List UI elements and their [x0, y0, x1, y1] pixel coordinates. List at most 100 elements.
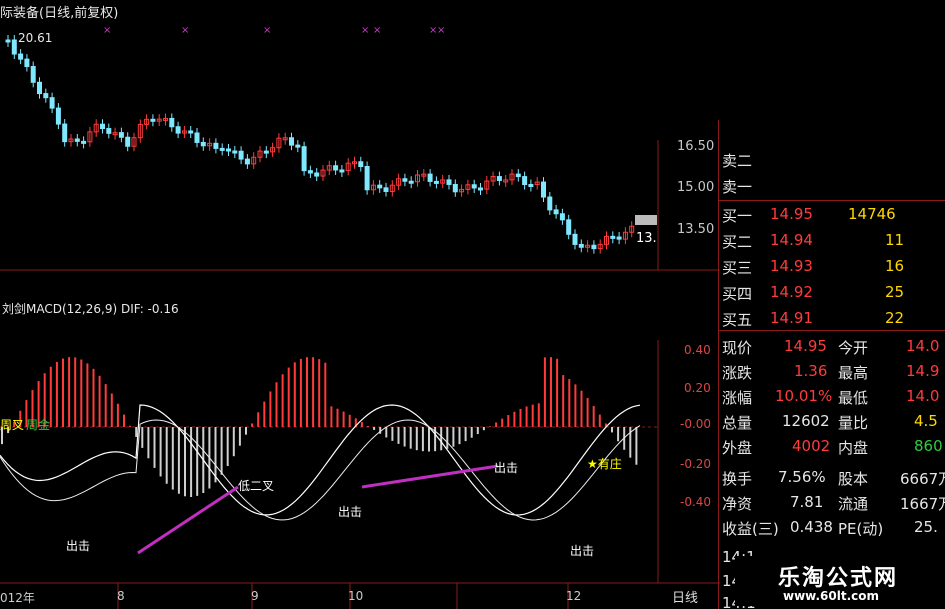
candle [572, 233, 578, 245]
candle [118, 132, 124, 138]
candle [616, 236, 622, 240]
macd-axis-label: 0.20 [684, 381, 711, 395]
candle [541, 181, 546, 198]
candle [547, 196, 553, 211]
candle [358, 161, 364, 167]
order-book-sell-2: 卖二 [722, 152, 753, 170]
period-tab[interactable]: 日线 [672, 587, 698, 606]
signal-chuji: 出击 [570, 544, 595, 558]
candle [106, 128, 112, 134]
signal-label: 周叉 [0, 418, 25, 432]
candle [175, 126, 181, 134]
price-marker [635, 215, 657, 225]
candle [289, 137, 294, 146]
candle [566, 219, 572, 235]
candle [169, 117, 175, 128]
candle [43, 93, 49, 99]
quote-row: 涨跌 1.36 最高 14.9 [722, 362, 940, 382]
candle [496, 176, 502, 181]
order-book-buy-3: 买三 14.93 16 [722, 257, 905, 277]
candle [5, 39, 11, 43]
macd-axis-label: -0.40 [680, 495, 712, 509]
candle [314, 172, 320, 177]
candle [339, 169, 345, 173]
trend-line [361, 464, 499, 489]
date-axis-label: 12 [566, 589, 582, 603]
candle [559, 213, 565, 221]
candle [301, 146, 307, 172]
chart-grid: × × × × × × × [0, 25, 720, 609]
signal-marker: × [373, 25, 381, 36]
signal-chuji: 出击 [66, 539, 91, 553]
dea-line [0, 419, 641, 521]
candle [11, 39, 17, 55]
date-axis-label: 9 [251, 589, 259, 603]
candle [471, 184, 477, 189]
watermark-name: 乐淘公式网 [778, 566, 899, 591]
macd-indicator-label: 刘剑MACD(12,26,9) DIF: -0.16 [2, 302, 179, 316]
peak-price-label: 20.61 [18, 31, 53, 45]
candle [30, 66, 36, 83]
candle [446, 179, 452, 185]
date-axis-label: 8 [117, 589, 125, 603]
order-book-buy-4: 买四 14.92 25 [722, 283, 905, 303]
watermark-url: www.60lt.com [783, 589, 880, 603]
signal-chuji: 出击 [494, 461, 519, 475]
price-axis-label: 15.00 [677, 180, 715, 195]
candle [62, 123, 68, 143]
signal-marker: × [263, 25, 271, 36]
candle [238, 150, 244, 160]
date-axis-label: 012年 [0, 591, 35, 605]
quote-row: 现价 14.95 今开 14.0 [722, 337, 940, 357]
candle [478, 187, 483, 191]
signal-marker: × [437, 25, 445, 36]
candle [55, 107, 61, 125]
macd-axis-label: 0.40 [684, 343, 711, 357]
candle [150, 118, 156, 122]
price-tag: 13. [636, 231, 657, 246]
candle [528, 184, 534, 188]
chart-title: 际装备(日线,前复权) [0, 6, 119, 21]
candle [49, 97, 55, 109]
candle [100, 123, 105, 130]
candle [295, 144, 301, 148]
candle [578, 243, 584, 248]
candle [226, 148, 231, 152]
candle [515, 173, 521, 178]
candle [364, 165, 370, 191]
date-axis-label: 10 [348, 589, 364, 603]
price-axis-label: 13.50 [677, 222, 715, 237]
signal-di-er-cha: 低二叉 [238, 479, 275, 493]
order-book-buy-2: 买二 14.94 11 [722, 231, 905, 251]
candle [125, 136, 131, 147]
candle [200, 141, 206, 147]
candle [194, 132, 200, 143]
panel-separator [719, 200, 945, 201]
candle [522, 176, 528, 186]
price-axis-label: 16.50 [677, 139, 715, 154]
signal-chuji: 出击 [338, 505, 363, 519]
candle [219, 147, 225, 151]
quote-row: 收益(三) 0.438 PE(动) 25. [722, 518, 938, 538]
candle [263, 150, 269, 154]
signal-label: 周金 [26, 418, 51, 432]
candle [232, 150, 238, 154]
candle [591, 244, 597, 250]
quote-row: 外盘 4002 内盘 860 [722, 437, 943, 457]
candle [333, 165, 339, 171]
candle [433, 180, 439, 184]
candlesticks [5, 35, 635, 254]
quote-row: 涨幅 10.01% 最低 14.0 [722, 387, 940, 407]
candle [188, 130, 194, 134]
order-book-sell-1: 卖一 [722, 178, 753, 196]
quote-row: 净资7.81流通1667万 [722, 493, 945, 513]
candle [74, 138, 80, 142]
signal-marker: × [361, 25, 369, 36]
quote-row: 换手7.56%股本6667万 [722, 468, 945, 488]
candle [307, 170, 313, 174]
candle [553, 209, 559, 215]
signal-marker: × [103, 25, 111, 36]
panel-divider [718, 120, 719, 609]
order-book-buy-5: 买五 14.91 22 [722, 309, 905, 329]
signal-marker: × [181, 25, 189, 36]
